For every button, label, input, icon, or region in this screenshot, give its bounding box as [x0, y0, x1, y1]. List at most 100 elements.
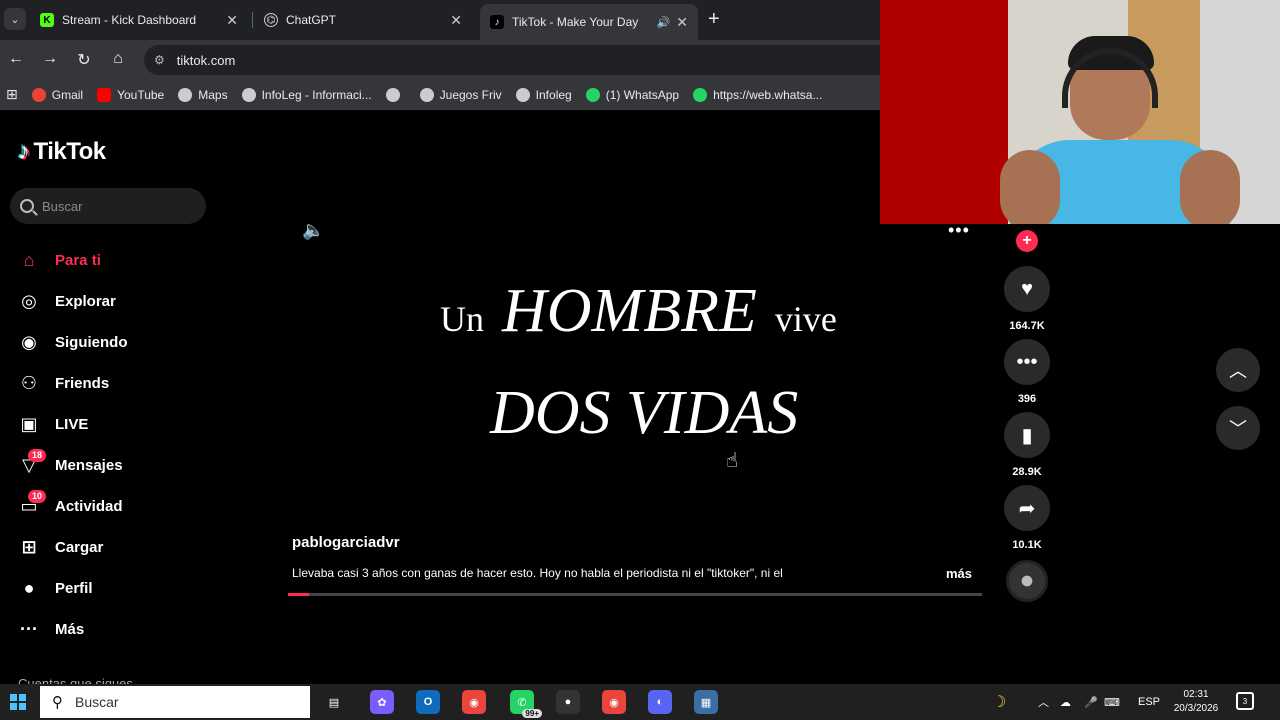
comment-count: 396 [1017, 393, 1037, 405]
taskbar-search-placeholder: Buscar [75, 694, 119, 710]
apps-grid-icon[interactable]: ⊞ [6, 86, 18, 103]
tab-search-chevron-icon[interactable]: ⌄ [4, 8, 26, 30]
close-tab-icon[interactable]: ✕ [450, 12, 462, 29]
comment-action[interactable]: ••• 396 [1004, 339, 1050, 405]
bookmark-maps[interactable]: Maps [178, 87, 228, 102]
music-disc-icon[interactable] [1006, 560, 1048, 602]
heart-icon[interactable]: ♥ [1004, 266, 1050, 312]
app-glyph: ▤ [328, 696, 340, 709]
globe-icon [241, 87, 256, 102]
profile-icon: ● [23, 578, 35, 598]
network-icon[interactable]: ☁ [1060, 684, 1071, 720]
notification-badge: 18 [28, 449, 47, 462]
app-glyph: ◐ [656, 696, 664, 708]
live-icon: ▣ [20, 414, 38, 434]
share-arrow-icon[interactable]: ➦ [1004, 485, 1050, 531]
bookmark-icon[interactable]: ▮ [1004, 412, 1050, 458]
reload-icon[interactable]: ↻ [74, 50, 94, 70]
tab-chatgpt[interactable]: ⌬ ChatGPT ✕ [254, 6, 472, 34]
tab-title: ChatGPT [286, 13, 337, 27]
overlay-word: HOMBRE [502, 277, 757, 345]
chrome-profile-icon[interactable]: ◉ [602, 690, 626, 714]
outlook-icon[interactable]: O [416, 690, 440, 714]
globe-icon [385, 87, 400, 102]
speaker-icon[interactable]: 🔊 [657, 16, 671, 29]
back-arrow-icon[interactable]: ← [6, 50, 26, 68]
next-video-chevron-down-icon[interactable]: ﹀ [1216, 406, 1260, 450]
keyboard-icon[interactable]: ⌨ [1104, 684, 1120, 720]
sidebar-item-label: Friends [55, 375, 110, 392]
bookmark-label: Juegos Friv [439, 87, 502, 102]
notes-app-icon[interactable]: ▦ [694, 690, 718, 714]
close-tab-icon[interactable]: ✕ [226, 12, 238, 29]
caption-more-link[interactable]: más [946, 566, 972, 581]
forward-arrow-icon[interactable]: → [40, 50, 60, 68]
sidebar-item-mensajes[interactable]: ▽ 18 Mensajes [16, 445, 216, 486]
sidebar-item-friends[interactable]: ⚇ Friends [16, 363, 216, 404]
save-count: 28.9K [1012, 466, 1042, 478]
site-info-icon[interactable]: ⚙ [154, 53, 165, 67]
bookmark-infoleg-info[interactable]: InfoLeg - Informaci... [241, 87, 372, 102]
obs-icon[interactable]: ● [556, 690, 580, 714]
tiktok-favicon-icon: ♪ [490, 15, 504, 29]
follow-plus-icon[interactable]: + [1016, 230, 1038, 252]
weather-moon-icon[interactable]: ☽ [992, 684, 1006, 720]
bookmark-web-whatsapp[interactable]: https://web.whatsa... [693, 87, 822, 102]
sidebar-item-m-s[interactable]: ··· Más [16, 609, 216, 650]
bookmark-whatsapp[interactable]: (1) WhatsApp [585, 87, 679, 102]
video-progress-bar[interactable] [288, 593, 982, 596]
video-author[interactable]: pablogarciadvr [292, 534, 400, 551]
sidebar-item-actividad[interactable]: ▭ 10 Actividad [16, 486, 216, 527]
notification-count: 3 [1242, 696, 1248, 706]
tab-tiktok[interactable]: ♪ TikTok - Make Your Day 🔊 ✕ [480, 4, 698, 40]
mouse-cursor-icon: ☝ [726, 450, 739, 472]
tray-chevron-up-icon[interactable]: ︿ [1038, 684, 1049, 720]
sidebar-item-cargar[interactable]: ⊞ Cargar [16, 527, 216, 568]
tab-title: Stream - Kick Dashboard [62, 13, 197, 27]
bookmark-juegos-friv[interactable]: Juegos Friv [419, 87, 502, 102]
like-action[interactable]: ♥ 164.7K [1004, 266, 1050, 332]
whatsapp-icon[interactable]: ✆ 99+ [510, 690, 542, 718]
sidebar-item-live[interactable]: ▣ LIVE [16, 404, 216, 445]
bookmark-infoleg[interactable]: Infoleg [515, 87, 572, 102]
sidebar-item-label: Mensajes [55, 457, 123, 474]
tiktok-logo[interactable]: ♪ TikTok [18, 138, 106, 166]
whatsapp-icon [585, 87, 600, 102]
video-overlay-text-line2: DOS VIDAS [490, 379, 799, 447]
sidebar-item-para-ti[interactable]: ⌂ Para ti [16, 240, 216, 281]
clock-time: 02:31 [1183, 689, 1209, 700]
bookmark-untitled[interactable] [385, 87, 406, 102]
clock-date: 20/3/2026 [1173, 703, 1219, 714]
system-clock[interactable]: 02:31 20/3/2026 [1168, 688, 1224, 716]
discord-icon[interactable]: ◐ [648, 690, 672, 714]
bookmark-label: Maps [198, 87, 228, 102]
volume-icon[interactable]: 🔈 [302, 220, 324, 241]
language-indicator[interactable]: ESP [1138, 684, 1160, 720]
sidebar-item-siguiendo[interactable]: ◉ Siguiendo [16, 322, 216, 363]
video-overlay-text-line1: Un HOMBRE vive [440, 276, 837, 347]
more-icon: ··· [20, 619, 38, 639]
windows-start-icon[interactable] [10, 694, 26, 710]
comment-icon[interactable]: ••• [1004, 339, 1050, 385]
home-icon[interactable]: ⌂ [108, 50, 128, 68]
close-tab-icon[interactable]: ✕ [676, 14, 688, 31]
bookmark-label: Infoleg [535, 87, 572, 102]
microphone-icon[interactable]: 🎤 [1084, 684, 1098, 720]
copilot-icon[interactable]: ✿ [370, 690, 394, 714]
save-action[interactable]: ▮ 28.9K [1004, 412, 1050, 478]
notifications-icon[interactable]: 3 [1236, 692, 1254, 710]
tab-kick-dashboard[interactable]: K Stream - Kick Dashboard ✕ [30, 6, 248, 34]
friends-icon: ⚇ [20, 373, 38, 393]
globe-icon [419, 87, 434, 102]
search-input[interactable]: Buscar [10, 188, 206, 224]
task-view-icon[interactable]: ▤ [322, 690, 346, 714]
bookmark-gmail[interactable]: Gmail [31, 87, 83, 102]
sidebar-item-perfil[interactable]: ● Perfil [16, 568, 216, 609]
previous-video-chevron-up-icon[interactable]: ︿ [1216, 348, 1260, 392]
chrome-icon[interactable]: ◉ [462, 690, 486, 714]
sidebar-item-explorar[interactable]: ◎ Explorar [16, 281, 216, 322]
bookmark-youtube[interactable]: YouTube [97, 87, 164, 102]
taskbar-search-input[interactable]: ⚲ Buscar [40, 686, 310, 718]
new-tab-icon[interactable]: + [708, 8, 720, 31]
share-action[interactable]: ➦ 10.1K [1004, 485, 1050, 551]
